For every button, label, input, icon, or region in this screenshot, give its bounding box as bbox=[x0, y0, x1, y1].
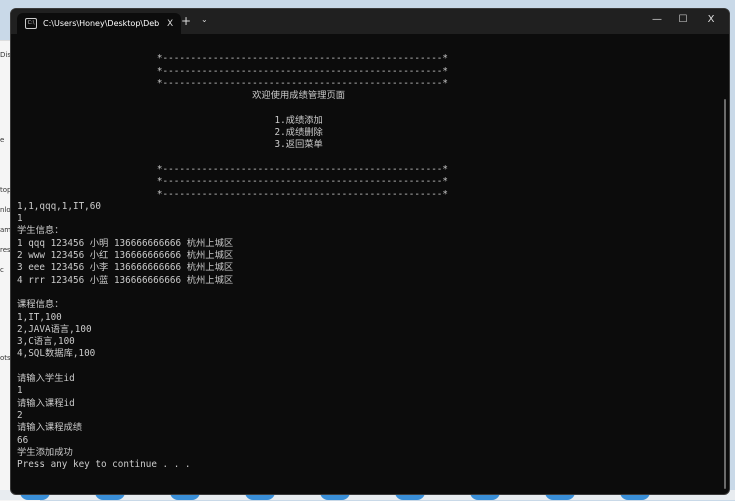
terminal-line: 学生信息： bbox=[17, 225, 64, 237]
terminal-line: 3 eee 123456 小李 136666666666 杭州上城区 bbox=[17, 262, 234, 274]
terminal-line: 1 bbox=[17, 385, 23, 397]
tab-dropdown-button[interactable]: ⌄ bbox=[201, 15, 208, 24]
terminal-line: 请输入课程成绩 bbox=[17, 422, 83, 434]
terminal-line: Press any key to continue . . . bbox=[17, 459, 191, 471]
explorer-fragment: c bbox=[0, 266, 4, 274]
terminal-line: 1.成绩添加 bbox=[17, 114, 323, 126]
terminal-line: 1 bbox=[17, 213, 23, 225]
terminal-line: 3.返回菜单 bbox=[17, 139, 323, 151]
terminal-line: 2 www 123456 小红 136666666666 杭州上城区 bbox=[17, 250, 234, 262]
terminal-output[interactable]: *---------------------------------------… bbox=[17, 41, 715, 494]
terminal-line: 请输入课程id bbox=[17, 397, 75, 409]
terminal-line: 4 rrr 123456 小蓝 136666666666 杭州上城区 bbox=[17, 274, 234, 286]
terminal-line: 4,SQL数据库,100 bbox=[17, 348, 96, 360]
title-bar: C:\ C:\Users\Honey\Desktop\Deb X + ⌄ — ☐… bbox=[11, 9, 729, 34]
terminal-line: *---------------------------------------… bbox=[17, 163, 448, 175]
terminal-line: *---------------------------------------… bbox=[17, 53, 448, 65]
terminal-line: 1,1,qqq,1,IT,60 bbox=[17, 200, 101, 212]
terminal-line: 欢迎使用成绩管理页面 bbox=[17, 90, 346, 102]
scrollbar[interactable] bbox=[724, 99, 726, 489]
explorer-fragment: e bbox=[0, 136, 5, 144]
terminal-line: 请输入学生id bbox=[17, 373, 75, 385]
terminal-line: *---------------------------------------… bbox=[17, 77, 448, 89]
terminal-icon: C:\ bbox=[25, 18, 37, 29]
terminal-line: 3,C语言,100 bbox=[17, 336, 75, 348]
tab-title: C:\Users\Honey\Desktop\Deb bbox=[43, 19, 160, 28]
tab-close-button[interactable]: X bbox=[167, 19, 173, 29]
new-tab-button[interactable]: + bbox=[181, 14, 191, 28]
terminal-line: 66 bbox=[17, 434, 29, 446]
terminal-line: 2 bbox=[17, 409, 23, 421]
terminal-tab[interactable]: C:\ C:\Users\Honey\Desktop\Deb X bbox=[17, 13, 181, 34]
maximize-button[interactable]: ☐ bbox=[673, 14, 693, 25]
terminal-window: C:\ C:\Users\Honey\Desktop\Deb X + ⌄ — ☐… bbox=[10, 8, 730, 495]
terminal-line: *---------------------------------------… bbox=[17, 176, 448, 188]
terminal-line: 1 qqq 123456 小明 136666666666 杭州上城区 bbox=[17, 237, 234, 249]
terminal-line: 学生添加成功 bbox=[17, 446, 73, 458]
terminal-line: 2,JAVA语言,100 bbox=[17, 323, 92, 335]
close-button[interactable]: X bbox=[701, 14, 721, 25]
terminal-line: *---------------------------------------… bbox=[17, 188, 448, 200]
terminal-line: 2.成绩删除 bbox=[17, 127, 323, 139]
minimize-button[interactable]: — bbox=[647, 14, 667, 25]
terminal-line: 课程信息： bbox=[17, 299, 64, 311]
terminal-line: 1,IT,100 bbox=[17, 311, 62, 323]
terminal-line: *---------------------------------------… bbox=[17, 65, 448, 77]
